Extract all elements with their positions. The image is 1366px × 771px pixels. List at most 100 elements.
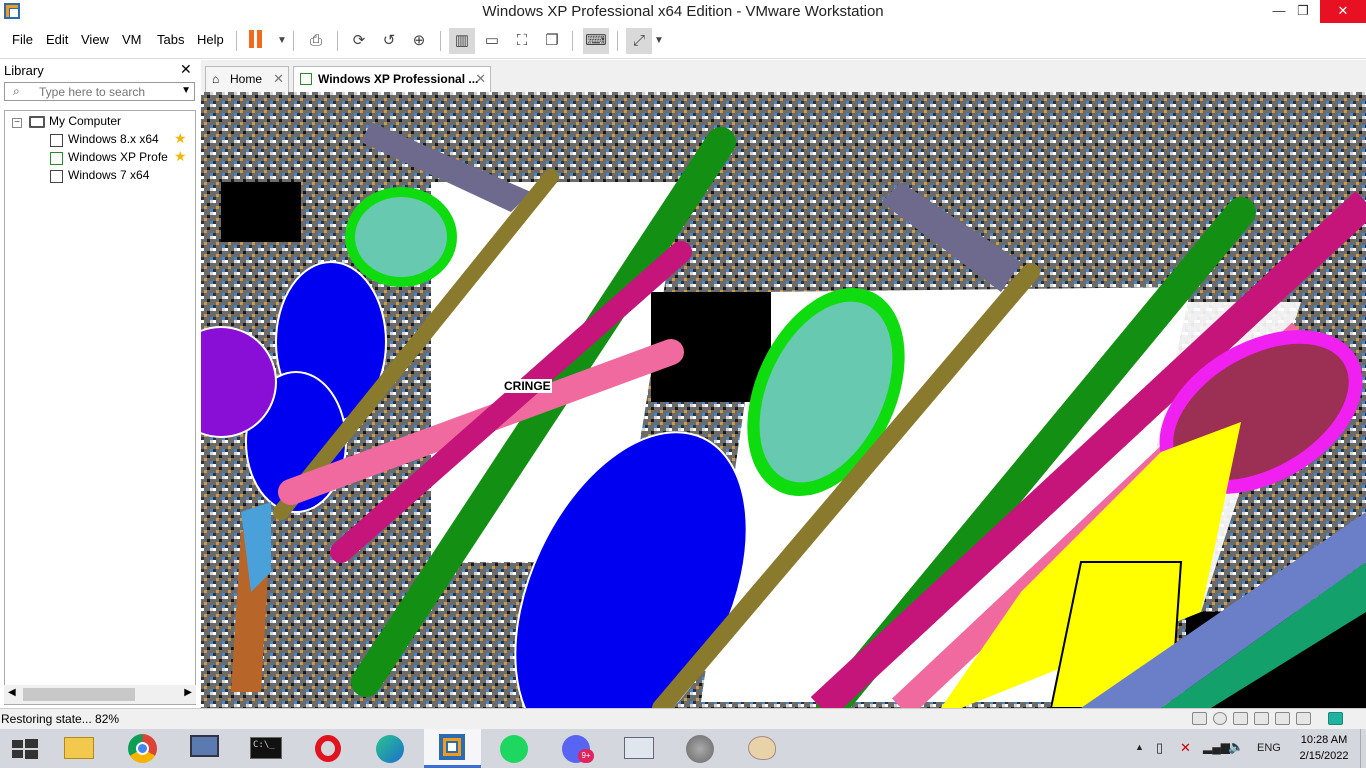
tree-item-windows-8[interactable]: Windows 8.x x64 xyxy=(68,131,168,147)
favorite-star-icon[interactable]: ★ xyxy=(174,148,187,165)
edge-icon xyxy=(376,735,404,763)
search-icon: ⌕ xyxy=(13,84,20,98)
library-tree: − My Computer Windows 8.x x64 ★ Windows … xyxy=(4,110,196,705)
menu-vm[interactable]: VM xyxy=(122,32,142,47)
performance-monitor-icon xyxy=(624,737,654,759)
taskbar-edge[interactable] xyxy=(362,729,419,768)
toolbar-separator xyxy=(337,31,338,51)
opera-icon xyxy=(315,735,341,762)
taskbar-chrome[interactable] xyxy=(114,729,171,768)
take-snapshot-icon[interactable]: ⟳ xyxy=(346,28,372,54)
show-library-icon[interactable]: ▥ xyxy=(449,28,475,54)
menu-view[interactable]: View xyxy=(81,32,109,47)
menu-edit[interactable]: Edit xyxy=(46,32,68,47)
computer-icon xyxy=(29,116,45,128)
menu-help[interactable]: Help xyxy=(197,32,224,47)
wifi-signal-icon[interactable]: ▂▄▆ xyxy=(1203,740,1230,754)
stretch-dropdown-icon[interactable]: ▼ xyxy=(646,28,672,54)
collapse-icon[interactable]: − xyxy=(12,118,22,128)
close-button[interactable]: ✕ xyxy=(1320,0,1366,23)
unity-icon[interactable]: ❐ xyxy=(539,28,565,54)
vm-overlay-text: CRINGE xyxy=(503,379,552,393)
tab-windows-xp-label: Windows XP Professional ... xyxy=(318,72,479,86)
send-ctrl-alt-del-icon[interactable]: ⎙ xyxy=(303,28,329,54)
taskbar-command-prompt[interactable]: C:\_ xyxy=(238,729,295,768)
command-prompt-icon: C:\_ xyxy=(250,737,282,759)
taskbar-spotify[interactable] xyxy=(486,729,543,768)
remote-desktop-icon xyxy=(190,735,219,757)
volume-icon[interactable]: 🔈 xyxy=(1228,739,1244,755)
favorite-star-icon[interactable]: ★ xyxy=(174,130,187,147)
vm-running-icon xyxy=(300,73,312,85)
tab-bar: ⌂ Home ✕ Windows XP Professional ... ✕ xyxy=(201,60,1366,92)
clock-time[interactable]: 10:28 AM xyxy=(1296,734,1352,746)
library-close-icon[interactable]: ✕ xyxy=(180,61,192,78)
vm-icon xyxy=(50,170,63,183)
tab-close-icon[interactable]: ✕ xyxy=(475,67,486,91)
console-view-icon[interactable]: ⌨ xyxy=(583,28,609,54)
menu-bar: File Edit View VM Tabs Help ▼ ⎙ ⟳ ↺ ⊕ ▥ … xyxy=(0,23,1366,59)
toolbar-separator xyxy=(236,31,237,51)
full-screen-icon[interactable]: ⛶ xyxy=(509,28,535,54)
discord-notification-badge: 9+ xyxy=(578,749,594,763)
taskbar-discord[interactable]: 9+ xyxy=(548,729,605,768)
printer-icon[interactable] xyxy=(1254,712,1269,725)
power-tray-icon[interactable]: ▯ xyxy=(1156,740,1163,756)
cd-dvd-icon[interactable] xyxy=(1213,712,1227,725)
start-button[interactable] xyxy=(0,729,50,768)
status-bar: Restoring state... 82% xyxy=(0,708,1366,729)
power-dropdown-icon[interactable]: ▼ xyxy=(269,28,295,54)
suspend-pause-icon[interactable] xyxy=(249,30,263,48)
status-text: Restoring state... 82% xyxy=(1,712,120,726)
search-input[interactable] xyxy=(39,84,169,99)
library-title: Library xyxy=(4,63,44,78)
tab-close-icon[interactable]: ✕ xyxy=(273,67,284,91)
input-language[interactable]: ENG xyxy=(1257,742,1281,754)
network-error-icon[interactable]: ✕ xyxy=(1180,740,1191,756)
speaker-icon xyxy=(686,735,714,763)
taskbar-speaker-app[interactable] xyxy=(672,729,729,768)
tab-windows-xp[interactable]: Windows XP Professional ... ✕ xyxy=(293,66,491,92)
clock-date[interactable]: 2/15/2022 xyxy=(1296,750,1352,762)
sound-card-icon[interactable] xyxy=(1275,712,1290,725)
show-hidden-icons[interactable]: ▲ xyxy=(1135,742,1144,752)
tab-home-label: Home xyxy=(230,72,263,86)
network-adapter-icon[interactable] xyxy=(1233,712,1248,725)
taskbar-performance-monitor[interactable] xyxy=(610,729,667,768)
maximize-button[interactable]: ❐ xyxy=(1281,0,1325,23)
hard-disk-icon[interactable] xyxy=(1192,712,1207,725)
tree-root-my-computer[interactable]: My Computer xyxy=(49,113,121,129)
vm-console-display[interactable]: CRINGE xyxy=(201,92,1366,708)
snapshot-manager-icon[interactable]: ⊕ xyxy=(406,28,432,54)
scroll-left-icon[interactable]: ◀ xyxy=(8,687,16,698)
show-desktop-button[interactable] xyxy=(1360,729,1366,768)
vm-icon xyxy=(50,134,63,147)
vm-glitch-graphics xyxy=(201,92,1366,708)
spotify-icon xyxy=(500,735,528,763)
thumbnail-bar-icon[interactable]: ▭ xyxy=(479,28,505,54)
chrome-center xyxy=(136,742,149,755)
display-icon[interactable] xyxy=(1296,712,1311,725)
library-horizontal-scrollbar[interactable]: ◀ ▶ xyxy=(4,685,196,704)
tree-item-windows-xp[interactable]: Windows XP Profes xyxy=(68,149,168,165)
taskbar-vmware-workstation[interactable] xyxy=(424,729,481,768)
message-log-icon[interactable] xyxy=(1328,712,1343,725)
window-title: Windows XP Professional x64 Edition - VM… xyxy=(482,3,884,20)
tab-home[interactable]: ⌂ Home ✕ xyxy=(205,66,289,92)
title-bar: Windows XP Professional x64 Edition - VM… xyxy=(0,0,1366,23)
menu-tabs[interactable]: Tabs xyxy=(157,32,184,47)
vmware-icon-inner xyxy=(446,741,458,753)
tree-item-windows-7[interactable]: Windows 7 x64 xyxy=(68,167,149,183)
revert-snapshot-icon[interactable]: ↺ xyxy=(376,28,402,54)
toolbar-separator xyxy=(440,31,441,51)
menu-file[interactable]: File xyxy=(12,32,33,47)
windows-taskbar: C:\_ 9+ ▲ ▯ ✕ ▂▄▆ 🔈 ENG 10:28 AM 2/15/20… xyxy=(0,729,1366,768)
scrollbar-thumb[interactable] xyxy=(23,688,135,701)
toolbar-separator xyxy=(617,31,618,51)
search-dropdown-icon[interactable]: ▼ xyxy=(181,85,191,96)
taskbar-remote-desktop[interactable] xyxy=(176,729,233,768)
scroll-right-icon[interactable]: ▶ xyxy=(184,687,192,698)
taskbar-opera[interactable] xyxy=(300,729,357,768)
taskbar-paint[interactable] xyxy=(734,729,791,768)
taskbar-file-explorer[interactable] xyxy=(50,729,107,768)
